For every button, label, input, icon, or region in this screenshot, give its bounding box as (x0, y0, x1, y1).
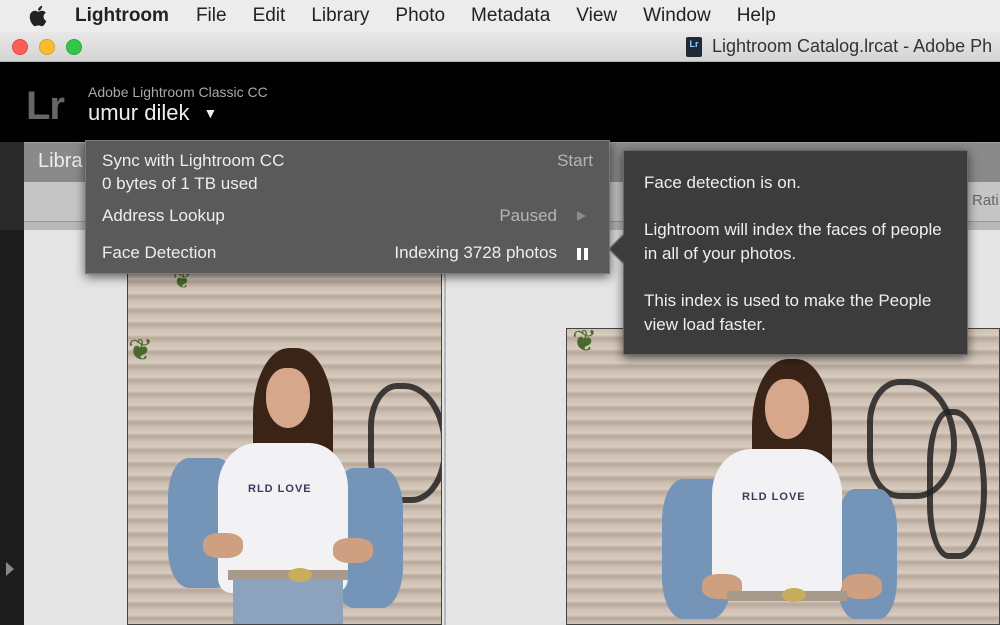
dropdown-triangle-icon[interactable]: ▼ (203, 105, 217, 121)
pause-icon[interactable] (577, 248, 589, 260)
menu-edit[interactable]: Edit (253, 5, 286, 27)
plant-shape: ❦ (128, 334, 154, 367)
user-menu[interactable]: umur dilek ▼ (88, 100, 217, 126)
activity-center-popup: Sync with Lightroom CC Start 0 bytes of … (85, 140, 610, 274)
tooltip-line-3: This index is used to make the People vi… (644, 291, 932, 334)
catalog-file-icon: Lr (686, 36, 702, 57)
minimize-window-button[interactable] (39, 39, 55, 55)
tooltip-arrow-fill (610, 234, 625, 264)
window-titlebar[interactable]: Lr Lightroom Catalog.lrcat - Adobe Ph (0, 32, 1000, 62)
menu-view[interactable]: View (576, 5, 617, 27)
person-figure: RLD LOVE (158, 348, 418, 624)
menu-library[interactable]: Library (311, 5, 369, 27)
tooltip-line-2: Lightroom will index the faces of people… (644, 220, 942, 263)
menu-file[interactable]: File (196, 5, 227, 27)
close-window-button[interactable] (12, 39, 28, 55)
shirt-print: RLD LOVE (248, 483, 312, 495)
address-lookup-status: Paused (499, 206, 557, 225)
face-detection-label: Face Detection (102, 243, 217, 262)
sync-start-button[interactable]: Start (557, 151, 593, 171)
menu-app-lightroom[interactable]: Lightroom (75, 5, 169, 27)
plant-shape: ❦ (572, 328, 598, 358)
play-icon[interactable] (577, 211, 586, 221)
sync-title: Sync with Lightroom CC (102, 151, 285, 170)
tooltip-line-1: Face detection is on. (644, 173, 801, 192)
plant-shape: ❦ (173, 272, 192, 293)
lightroom-logo: Lr (26, 84, 65, 128)
filter-rating-label[interactable]: Rati (972, 192, 999, 209)
window-title: Lr Lightroom Catalog.lrcat - Adobe Ph (686, 36, 992, 57)
product-name: Adobe Lightroom Classic CC (88, 84, 268, 100)
zoom-window-button[interactable] (66, 39, 82, 55)
shirt-print: RLD LOVE (742, 491, 806, 503)
panel-expand-icon[interactable] (6, 562, 14, 576)
menu-bar: Lightroom File Edit Library Photo Metada… (0, 0, 1000, 32)
library-module-label[interactable]: Libra (38, 150, 82, 173)
user-name[interactable]: umur dilek (88, 100, 189, 126)
photo-thumbnail[interactable]: ❦ RLD LOVE (566, 328, 1000, 625)
face-detection-tooltip: Face detection is on. Lightroom will ind… (608, 150, 968, 355)
menu-photo[interactable]: Photo (395, 5, 445, 27)
menu-metadata[interactable]: Metadata (471, 5, 550, 27)
window-title-text: Lightroom Catalog.lrcat - Adobe Ph (712, 36, 993, 56)
person-figure: RLD LOVE (657, 359, 917, 624)
storage-usage: 0 bytes of 1 TB used (102, 174, 258, 193)
apple-icon[interactable] (0, 0, 60, 32)
identity-plate: Lr Adobe Lightroom Classic CC umur dilek… (0, 62, 1000, 142)
menu-window[interactable]: Window (643, 5, 711, 27)
photo-thumbnail[interactable]: ❦ ❦ RLD LOVE (127, 272, 442, 625)
address-lookup-label: Address Lookup (102, 206, 225, 225)
face-detection-status: Indexing 3728 photos (394, 243, 557, 262)
menu-help[interactable]: Help (737, 5, 776, 27)
